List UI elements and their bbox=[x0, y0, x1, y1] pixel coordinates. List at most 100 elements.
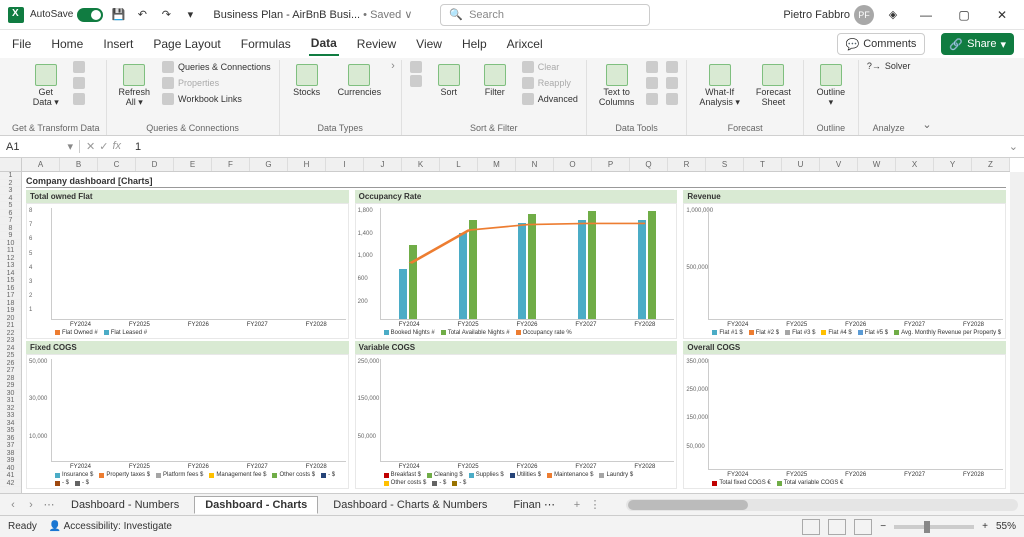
clear-button[interactable]: Clear bbox=[520, 60, 580, 74]
chart-total-owned-flat[interactable]: Total owned Flat 12345678 FY2024FY2025FY… bbox=[26, 190, 349, 339]
data-model-icon[interactable] bbox=[664, 92, 680, 106]
from-text-icon[interactable] bbox=[71, 60, 87, 74]
tab-home[interactable]: Home bbox=[49, 33, 85, 55]
relationships-icon[interactable] bbox=[664, 76, 680, 90]
sheet-tab[interactable]: Dashboard - Charts bbox=[194, 496, 318, 514]
sheet-tab[interactable]: Dashboard - Numbers bbox=[60, 496, 190, 514]
ribbon-tabs: File Home Insert Page Layout Formulas Da… bbox=[0, 30, 1024, 58]
minimize-button[interactable]: — bbox=[912, 1, 940, 29]
forecast-sheet-button[interactable]: ForecastSheet bbox=[750, 60, 797, 112]
user-account[interactable]: Pietro Fabbro PF bbox=[783, 5, 874, 25]
chart-occupancy-rate[interactable]: Occupancy Rate 2006001,0001,4001,800 FY2… bbox=[355, 190, 678, 339]
tab-view[interactable]: View bbox=[414, 33, 444, 55]
flash-fill-icon[interactable] bbox=[644, 60, 660, 74]
sort-az-icon[interactable] bbox=[408, 60, 424, 74]
group-data-types: Stocks Currencies › Data Types bbox=[280, 60, 402, 135]
chart-variable-cogs[interactable]: Variable COGS 50,000150,000250,000 FY202… bbox=[355, 341, 678, 490]
sheet-tab[interactable]: Finan ⋯ bbox=[502, 495, 566, 514]
sheet-nav-prev[interactable]: ‹ bbox=[6, 499, 20, 511]
qat-dropdown-icon[interactable]: ▾ bbox=[181, 6, 199, 24]
sheet-nav-more[interactable]: ⋯ bbox=[42, 498, 56, 511]
sort-button[interactable]: Sort bbox=[428, 60, 470, 102]
filter-button[interactable]: Filter bbox=[474, 60, 516, 102]
enter-icon[interactable]: ✓ bbox=[99, 140, 108, 153]
chart-title: Fixed COGS bbox=[26, 341, 349, 354]
tab-data[interactable]: Data bbox=[309, 32, 339, 56]
document-title[interactable]: Business Plan - AirBnB Busi... • Saved ∨ bbox=[213, 8, 412, 21]
tab-arixcel[interactable]: Arixcel bbox=[505, 33, 545, 55]
column-headers[interactable]: ABCDEFGHIJKLMNOPQRSTUVWXYZ bbox=[22, 158, 1010, 172]
stocks-button[interactable]: Stocks bbox=[286, 60, 328, 102]
workbook-links-button[interactable]: Workbook Links bbox=[160, 92, 273, 106]
autosave-toggle[interactable]: AutoSave bbox=[30, 8, 103, 22]
chevron-down-icon[interactable]: ▾ bbox=[67, 140, 73, 153]
sheet-list-icon[interactable]: ⋮ bbox=[588, 498, 602, 511]
select-all-corner[interactable] bbox=[0, 158, 22, 172]
accessibility-status[interactable]: 👤 Accessibility: Investigate bbox=[49, 521, 172, 532]
formula-input[interactable]: 1 bbox=[127, 141, 1003, 153]
sheet-nav-next[interactable]: › bbox=[24, 499, 38, 511]
expand-formula-bar-icon[interactable]: ⌄ bbox=[1003, 140, 1024, 153]
fx-icon[interactable]: fx bbox=[112, 140, 121, 153]
sort-za-icon[interactable] bbox=[408, 74, 424, 88]
collapse-ribbon-icon[interactable]: ⌄ bbox=[918, 114, 935, 135]
chart-fixed-cogs[interactable]: Fixed COGS 10,00030,00050,000 FY2024FY20… bbox=[26, 341, 349, 490]
new-sheet-button[interactable]: + bbox=[570, 499, 584, 511]
zoom-slider[interactable] bbox=[894, 525, 974, 529]
close-button[interactable]: ✕ bbox=[988, 1, 1016, 29]
search-box[interactable]: 🔍 Search bbox=[440, 4, 650, 26]
tab-formulas[interactable]: Formulas bbox=[239, 33, 293, 55]
tab-insert[interactable]: Insert bbox=[101, 33, 135, 55]
advanced-button[interactable]: Advanced bbox=[520, 92, 580, 106]
toggle-switch-icon[interactable] bbox=[77, 8, 103, 22]
comments-button[interactable]: 💬 Comments bbox=[837, 33, 926, 55]
page-layout-view-icon[interactable] bbox=[828, 519, 846, 535]
user-avatar: PF bbox=[854, 5, 874, 25]
zoom-level[interactable]: 55% bbox=[996, 521, 1016, 532]
chart-title: Occupancy Rate bbox=[355, 190, 678, 203]
zoom-in-button[interactable]: + bbox=[982, 521, 988, 532]
outline-button[interactable]: Outline▾ bbox=[810, 60, 852, 112]
worksheet-area[interactable]: ABCDEFGHIJKLMNOPQRSTUVWXYZ 1234567891011… bbox=[0, 158, 1024, 493]
undo-icon[interactable]: ↶ bbox=[133, 6, 151, 24]
chevron-right-icon[interactable]: › bbox=[391, 60, 395, 72]
sheet-tab[interactable]: Dashboard - Charts & Numbers bbox=[322, 496, 498, 514]
reapply-button[interactable]: Reapply bbox=[520, 76, 580, 90]
tab-file[interactable]: File bbox=[10, 33, 33, 55]
search-placeholder: Search bbox=[469, 9, 504, 21]
vertical-scrollbar[interactable] bbox=[1010, 172, 1024, 493]
queries-connections-button[interactable]: Queries & Connections bbox=[160, 60, 273, 74]
tab-page-layout[interactable]: Page Layout bbox=[151, 33, 222, 55]
user-name: Pietro Fabbro bbox=[783, 9, 850, 21]
data-validation-icon[interactable] bbox=[644, 92, 660, 106]
from-web-icon[interactable] bbox=[71, 76, 87, 90]
page-break-view-icon[interactable] bbox=[854, 519, 872, 535]
remove-dupes-icon[interactable] bbox=[644, 76, 660, 90]
tab-review[interactable]: Review bbox=[355, 33, 398, 55]
share-button[interactable]: 🔗 Share ▾ bbox=[941, 33, 1014, 55]
name-box[interactable]: A1▾ bbox=[0, 140, 80, 153]
save-icon[interactable]: 💾 bbox=[109, 6, 127, 24]
consolidate-icon[interactable] bbox=[664, 60, 680, 74]
get-data-button[interactable]: GetData ▾ bbox=[25, 60, 67, 112]
refresh-all-button[interactable]: RefreshAll ▾ bbox=[113, 60, 157, 112]
maximize-button[interactable]: ▢ bbox=[950, 1, 978, 29]
cancel-icon[interactable]: ✕ bbox=[86, 140, 95, 153]
chart-revenue[interactable]: Revenue 500,0001,000,000 FY2024FY2025FY2… bbox=[683, 190, 1006, 339]
whatif-button[interactable]: What-IfAnalysis ▾ bbox=[693, 60, 746, 112]
chart-overall-cogs[interactable]: Overall COGS 50,000150,000250,000350,000… bbox=[683, 341, 1006, 490]
properties-button[interactable]: Properties bbox=[160, 76, 273, 90]
tab-help[interactable]: Help bbox=[460, 33, 489, 55]
currencies-button[interactable]: Currencies bbox=[332, 60, 388, 102]
text-to-columns-button[interactable]: Text toColumns bbox=[593, 60, 641, 112]
chart-title: Revenue bbox=[683, 190, 1006, 203]
row-headers[interactable]: 1234567891011121314151617181920212223242… bbox=[0, 172, 22, 493]
redo-icon[interactable]: ↷ bbox=[157, 6, 175, 24]
normal-view-icon[interactable] bbox=[802, 519, 820, 535]
diamond-icon[interactable]: ◈ bbox=[884, 6, 902, 24]
horizontal-scrollbar[interactable] bbox=[626, 499, 1018, 511]
search-icon: 🔍 bbox=[449, 8, 463, 21]
from-table-icon[interactable] bbox=[71, 92, 87, 106]
zoom-out-button[interactable]: − bbox=[880, 521, 886, 532]
solver-button[interactable]: ?→ Solver bbox=[865, 60, 913, 72]
